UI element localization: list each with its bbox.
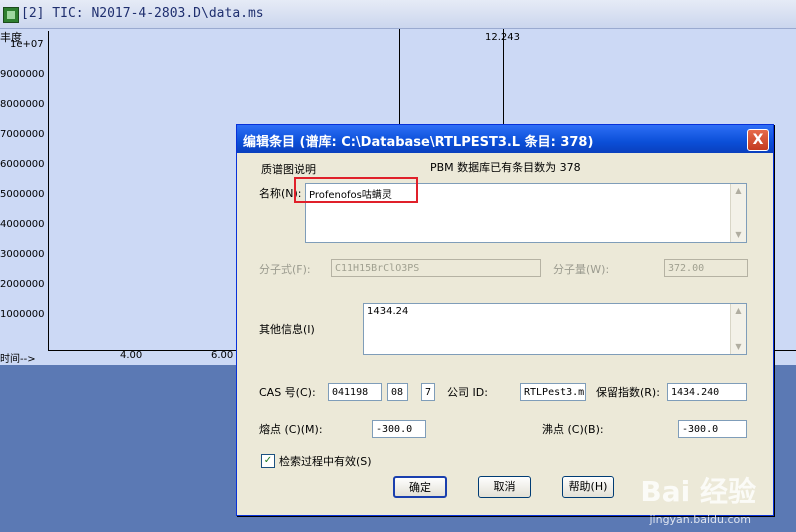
tic-window-titlebar[interactable]: [2] TIC: N2017-4-2803.D\data.ms: [0, 0, 796, 29]
melting-point-label: 熔点 (C)(M):: [259, 423, 323, 436]
help-button[interactable]: 帮助(H): [562, 476, 614, 498]
peak-line: [503, 29, 504, 129]
scroll-down-icon[interactable]: ▼: [731, 340, 746, 354]
name-scrollbar[interactable]: ▲ ▼: [730, 184, 746, 242]
company-id-field[interactable]: RTLPest3.m: [520, 383, 586, 401]
y-tick: 3000000: [0, 249, 45, 260]
scroll-up-icon[interactable]: ▲: [731, 304, 746, 318]
retention-index-field[interactable]: 1434.240: [667, 383, 747, 401]
cas-field-2[interactable]: 08: [387, 383, 408, 401]
y-tick: 4000000: [0, 219, 45, 230]
x-tick: 6.00: [211, 350, 234, 361]
db-count-text: PBM 数据库已有条目数为 378: [430, 161, 581, 174]
x-axis-label: 时间-->: [0, 354, 36, 365]
molecular-weight-label: 分子量(W):: [553, 263, 610, 276]
y-axis-exponent: 1e+07: [10, 39, 44, 50]
molecular-weight-field[interactable]: 372.00: [664, 259, 748, 277]
highlight-box: [294, 177, 418, 203]
scroll-down-icon[interactable]: ▼: [731, 228, 746, 242]
dialog-title: 编辑条目 (谱库: C:\Database\RTLPEST3.L 条目: 378…: [243, 135, 594, 150]
scroll-up-icon[interactable]: ▲: [731, 184, 746, 198]
other-info-field[interactable]: 1434.24 ▲ ▼: [363, 303, 747, 355]
dialog-titlebar[interactable]: 编辑条目 (谱库: C:\Database\RTLPEST3.L 条目: 378…: [237, 125, 773, 153]
cas-field-1[interactable]: 041198: [328, 383, 382, 401]
search-active-checkbox[interactable]: ✓: [261, 454, 275, 468]
peak-label: 12.243: [485, 32, 520, 43]
cancel-button[interactable]: 取消: [478, 476, 531, 498]
formula-field[interactable]: C11H15BrClO3PS: [331, 259, 541, 277]
watermark-logo: Bai 经验: [640, 475, 756, 508]
cas-field-3[interactable]: 7: [421, 383, 435, 401]
y-tick: 9000000: [0, 69, 45, 80]
tic-window-title: [2] TIC: N2017-4-2803.D\data.ms: [21, 6, 264, 21]
watermark-url: jingyan.baidu.com: [649, 513, 751, 526]
x-tick: 4.00: [120, 350, 143, 361]
cas-label: CAS 号(C):: [259, 386, 316, 399]
boiling-point-label: 沸点 (C)(B):: [542, 423, 604, 436]
formula-label: 分子式(F):: [259, 263, 311, 276]
peak-line: [399, 29, 400, 129]
melting-point-field[interactable]: -300.0: [372, 420, 426, 438]
other-info-label: 其他信息(I): [259, 323, 315, 336]
ok-button[interactable]: 确定: [393, 476, 447, 498]
chromatogram-app-icon: [3, 7, 19, 23]
spectrum-description-label: 质谱图说明: [261, 163, 316, 176]
company-id-label: 公司 ID:: [447, 386, 488, 399]
close-button[interactable]: X: [747, 129, 769, 151]
y-tick: 7000000: [0, 129, 45, 140]
y-tick: 2000000: [0, 279, 45, 290]
other-info-value: 1434.24: [367, 306, 409, 317]
y-tick: 6000000: [0, 159, 45, 170]
search-active-label: 检索过程中有效(S): [279, 455, 372, 468]
y-tick: 1000000: [0, 309, 45, 320]
y-axis-line: [48, 31, 49, 351]
y-tick: 5000000: [0, 189, 45, 200]
other-info-scrollbar[interactable]: ▲ ▼: [730, 304, 746, 354]
y-tick: 8000000: [0, 99, 45, 110]
retention-index-label: 保留指数(R):: [596, 386, 660, 399]
boiling-point-field[interactable]: -300.0: [678, 420, 747, 438]
